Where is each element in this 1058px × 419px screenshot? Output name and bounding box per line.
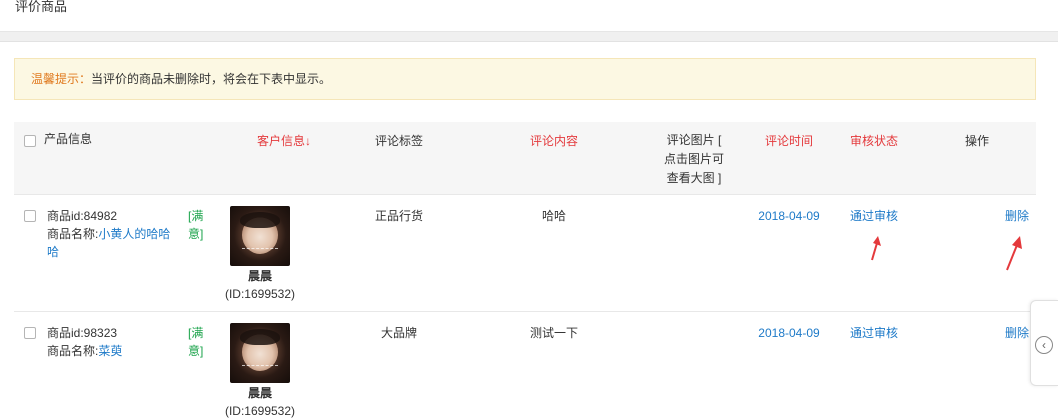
customer-id: (ID:1699532) <box>224 404 296 418</box>
product-id: 商品id:98323 <box>47 326 118 340</box>
avatar[interactable] <box>230 206 290 266</box>
review-label: 正品行货 <box>374 209 423 223</box>
review-content: 测试一下 <box>529 326 578 340</box>
col-status: 审核状态 <box>849 134 898 148</box>
table-row: 商品id:98323 商品名称:菜萸 [满 意] 晨晨 (ID:1699532)… <box>14 312 1036 419</box>
delete-link[interactable]: 删除 <box>999 324 1029 342</box>
rating-badge: [满 意] <box>188 324 208 360</box>
product-id: 商品id:84982 <box>47 209 118 223</box>
red-arrow-icon <box>1006 236 1022 271</box>
col-action: 操作 <box>965 134 990 148</box>
avatar[interactable] <box>230 323 290 383</box>
approve-status-link[interactable]: 通过审核 <box>842 207 906 225</box>
rating-line2: 意] <box>188 344 204 358</box>
customer-name: 晨晨 <box>247 269 272 283</box>
col-images-line2: 点击图片可 <box>663 152 724 166</box>
page-header: 评价商品 <box>0 0 1058 32</box>
header-divider-band <box>0 32 1058 42</box>
review-table: 产品信息 客户信息↓ 评论标签 评论内容 评论图片 [ 点击图片可 查看大图 ]… <box>14 122 1036 419</box>
product-info: 商品id:84982 商品名称:小黄人的哈哈哈 <box>47 207 172 261</box>
chevron-left-circle-icon[interactable]: ‹ <box>1035 336 1053 354</box>
col-product: 产品信息 <box>44 132 93 146</box>
customer-name: 晨晨 <box>247 386 272 400</box>
col-content: 评论内容 <box>529 134 578 148</box>
side-panel-toggle[interactable]: ‹ <box>1030 300 1058 386</box>
product-name-link[interactable]: 菜萸 <box>98 344 122 358</box>
approve-status-link[interactable]: 通过审核 <box>842 324 906 342</box>
review-time: 2018-04-09 <box>758 326 820 340</box>
col-time: 评论时间 <box>764 134 813 148</box>
product-name-prefix: 商品名称: <box>47 344 99 358</box>
rating-line1: [满 <box>188 209 204 223</box>
select-all-checkbox[interactable] <box>24 135 36 147</box>
review-content: 哈哈 <box>541 209 566 223</box>
rating-badge: [满 意] <box>188 207 208 243</box>
notice-text: 当评价的商品未删除时，将会在下表中显示。 <box>91 72 332 86</box>
table-header: 产品信息 客户信息↓ 评论标签 评论内容 评论图片 [ 点击图片可 查看大图 ]… <box>14 122 1036 195</box>
product-name-prefix: 商品名称: <box>47 227 99 241</box>
customer-id: (ID:1699532) <box>224 287 296 301</box>
col-images-line1: 评论图片 [ <box>666 133 722 147</box>
red-arrow-icon <box>871 236 881 261</box>
review-label: 大品牌 <box>380 326 417 340</box>
col-customer-sort[interactable]: 客户信息↓ <box>244 132 324 151</box>
table-row: 商品id:84982 商品名称:小黄人的哈哈哈 [满 意] 晨晨 (ID:169… <box>14 195 1036 312</box>
rating-line2: 意] <box>188 227 204 241</box>
review-time: 2018-04-09 <box>758 209 820 223</box>
product-name-line: 商品名称:小黄人的哈哈哈 <box>47 225 172 261</box>
row-checkbox[interactable] <box>24 210 36 222</box>
row-checkbox[interactable] <box>24 327 36 339</box>
delete-link[interactable]: 删除 <box>999 207 1029 225</box>
product-name-line: 商品名称:菜萸 <box>47 342 172 360</box>
col-images: 评论图片 [ 点击图片可 查看大图 ] <box>650 131 738 188</box>
col-images-line3: 查看大图 ] <box>666 171 722 185</box>
product-info: 商品id:98323 商品名称:菜萸 <box>47 324 172 360</box>
rating-line1: [满 <box>188 326 204 340</box>
notice-label: 温馨提示： <box>31 72 92 86</box>
page-title: 评价商品 <box>15 0 68 14</box>
notice-banner: 温馨提示：当评价的商品未删除时，将会在下表中显示。 <box>14 58 1036 100</box>
col-label: 评论标签 <box>374 134 423 148</box>
